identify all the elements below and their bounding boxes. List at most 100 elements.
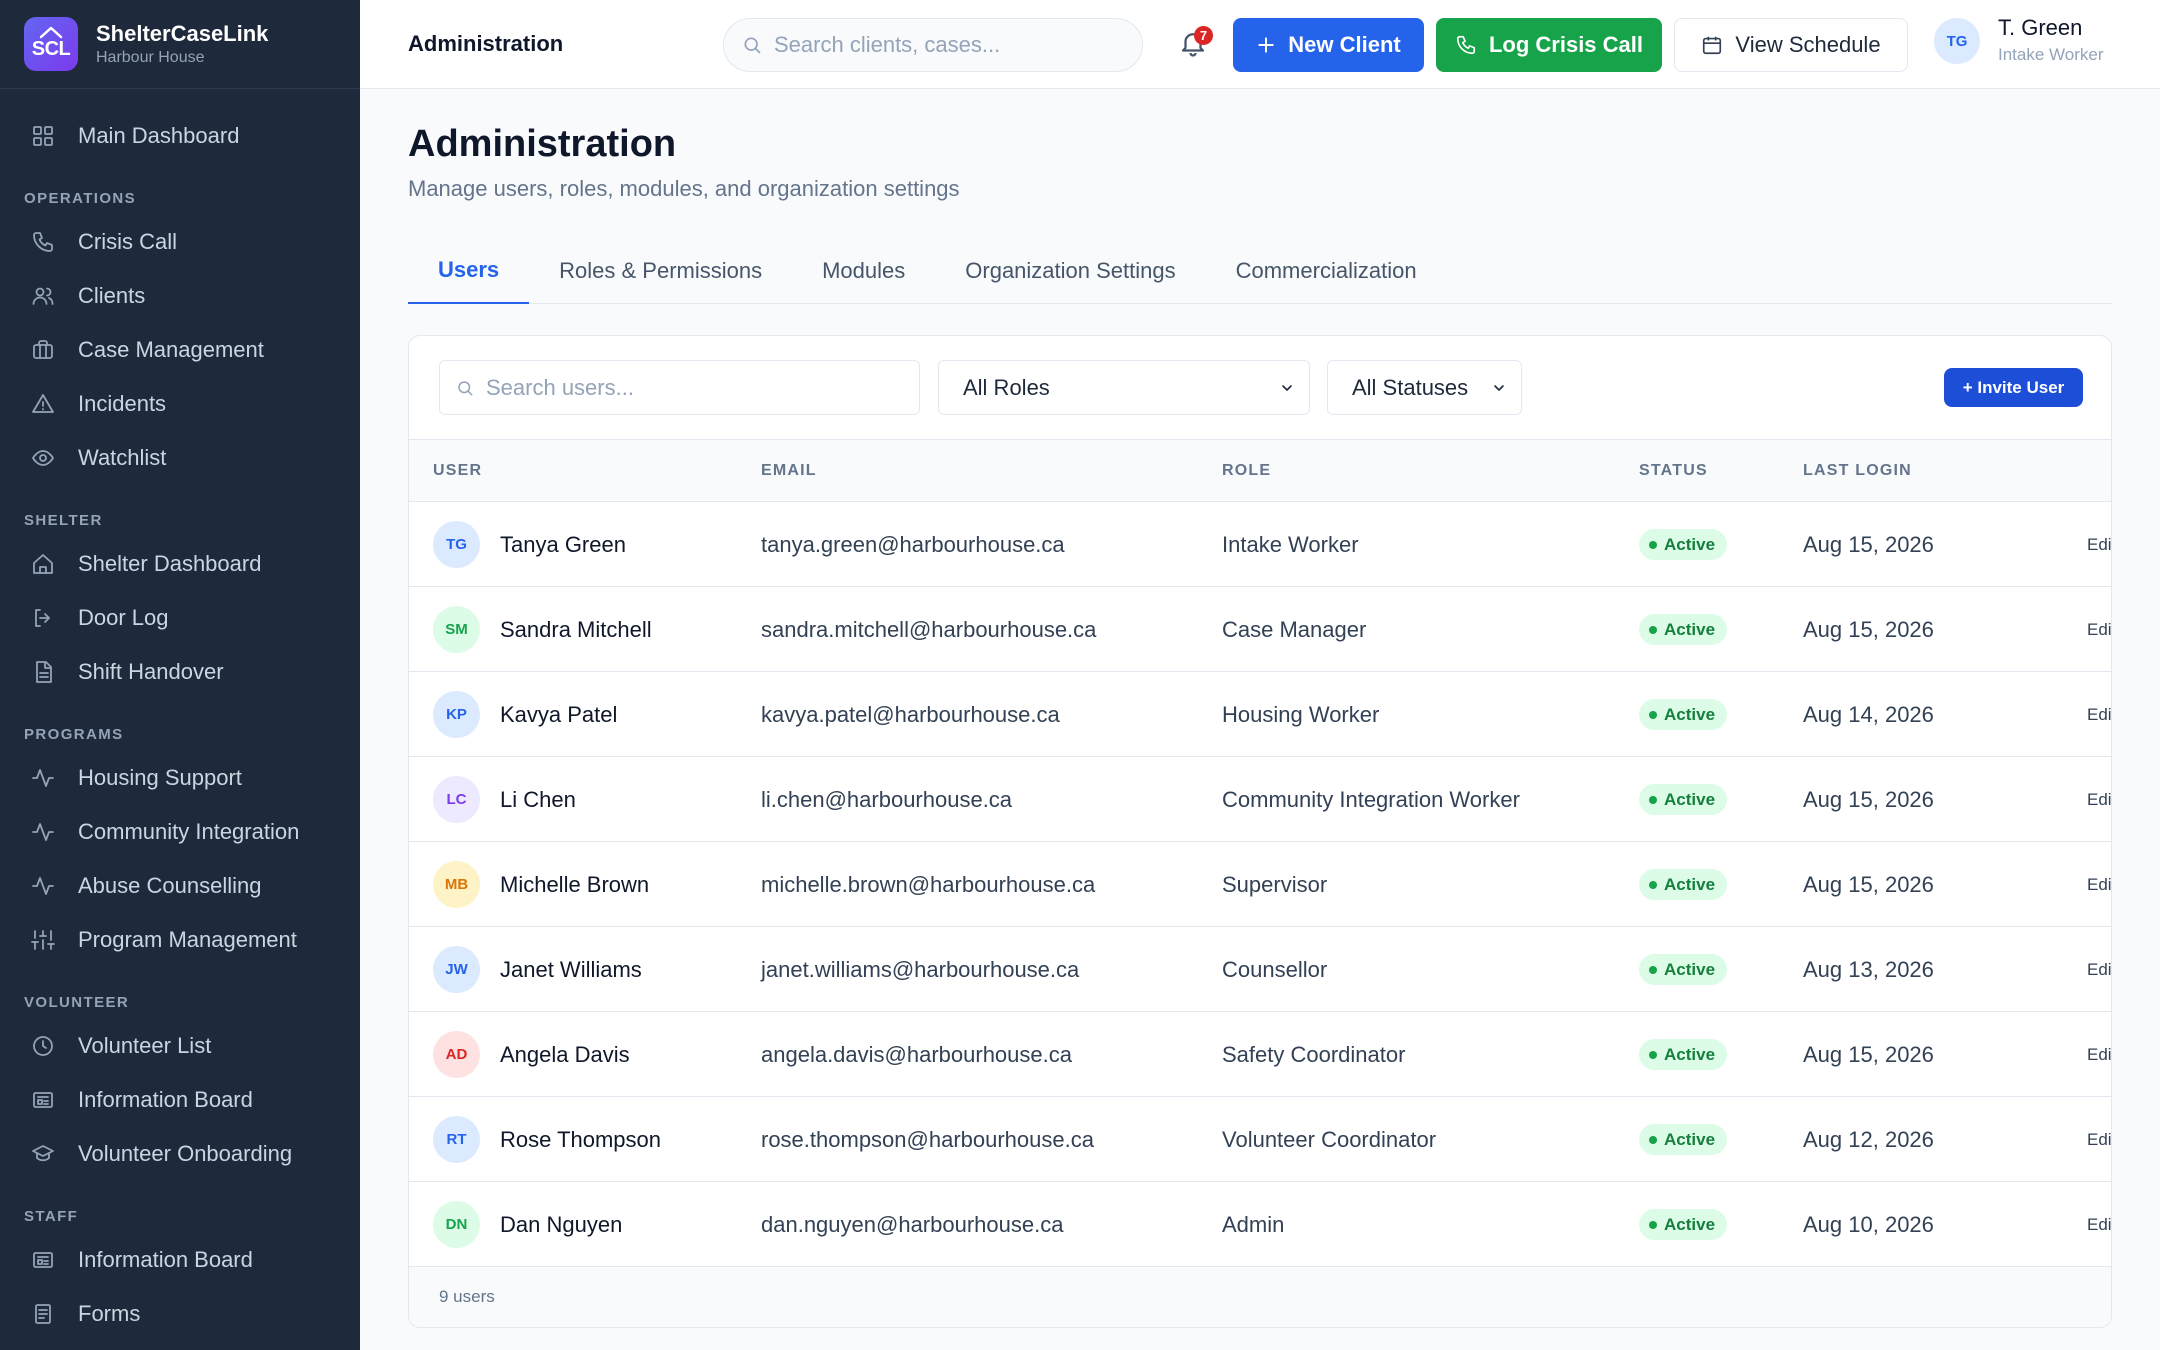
brand[interactable]: SCL ShelterCaseLink Harbour House [0, 0, 360, 89]
door-icon [35, 609, 50, 627]
newspaper-icon [30, 1247, 56, 1273]
user-last-login: Aug 15, 2026 [1803, 531, 1934, 557]
page-subtitle: Manage users, roles, modules, and organi… [408, 176, 960, 201]
newspaper-icon [30, 1087, 56, 1113]
sidebar-item-shift-handover[interactable]: Shift Handover [0, 645, 360, 699]
graduation-icon [30, 1141, 56, 1167]
user-cell: DN Dan Nguyen [433, 1182, 622, 1267]
sidebar-item-volunteer-list[interactable]: Volunteer List [0, 1019, 360, 1073]
user-menu[interactable]: TG T. Green Intake Worker [1934, 14, 2104, 68]
sidebar-item-shelter-dashboard[interactable]: Shelter Dashboard [0, 537, 360, 591]
activity-icon [32, 877, 54, 895]
user-email: janet.williams@harbourhouse.ca [761, 956, 1080, 982]
status-cell: Active [1639, 1012, 1728, 1097]
edit-user-button[interactable]: Edit [2087, 1045, 2111, 1065]
status-badge: Active [1639, 529, 1728, 560]
column-header-last-login[interactable]: LAST LOGIN [1803, 440, 1912, 502]
status-badge-label: Active [1664, 534, 1716, 554]
tab-modules[interactable]: Modules [792, 238, 935, 304]
edit-user-button[interactable]: Edit [2087, 1130, 2111, 1150]
house-icon [39, 26, 63, 39]
edit-user-button[interactable]: Edit [2087, 705, 2111, 725]
status-badge: Active [1639, 1124, 1728, 1155]
table-header: USER EMAIL ROLE STATUS LAST LOGIN [409, 440, 2111, 502]
column-header-status[interactable]: STATUS [1639, 440, 1708, 502]
activity-icon [32, 823, 54, 841]
sliders-icon [31, 930, 55, 950]
edit-user-button[interactable]: Edit [2087, 1215, 2111, 1235]
edit-user-button[interactable]: Edit [2087, 535, 2111, 555]
sidebar-item-case-management[interactable]: Case Management [0, 323, 360, 377]
user-cell: TG Tanya Green [433, 502, 626, 587]
sidebar-item-clients[interactable]: Clients [0, 269, 360, 323]
phone-icon [33, 232, 53, 252]
view-schedule-button[interactable]: View Schedule [1674, 18, 1908, 72]
edit-user-button[interactable]: Edit [2087, 620, 2111, 640]
admin-tabs: Users Roles & Permissions Modules Organizat… [408, 238, 2112, 304]
users-filters: All Roles All Statuses + Invite User [409, 336, 2111, 440]
user-cell: SM Sandra Mitchell [433, 587, 652, 672]
table-row: KP Kavya Patel kavya.patel@harbourhouse.ca… [409, 672, 2111, 757]
notifications-button[interactable]: 7 [1178, 26, 1213, 62]
notification-count-badge: 7 [1194, 26, 1213, 45]
chevron-down-icon [1282, 384, 1292, 391]
status-filter-select[interactable]: All Statuses [1327, 360, 1522, 415]
status-badge: Active [1639, 1209, 1728, 1240]
tab-organization-settings[interactable]: Organization Settings [935, 238, 1205, 304]
user-email: tanya.green@harbourhouse.ca [761, 531, 1065, 557]
avatar: KP [433, 691, 480, 738]
column-header-user[interactable]: USER [433, 440, 482, 502]
current-user-role: Intake Worker [1998, 45, 2104, 64]
table-row: RT Rose Thompson rose.thompson@harbourhous… [409, 1097, 2111, 1182]
status-badge: Active [1639, 1039, 1728, 1070]
sidebar-item-label: Clients [78, 283, 146, 308]
clock-icon [30, 1033, 56, 1059]
tab-users[interactable]: Users [408, 238, 530, 304]
user-name: Tanya Green [500, 531, 626, 557]
sidebar-item-crisis-call[interactable]: Crisis Call [0, 215, 360, 269]
sidebar-item-forms[interactable]: Forms [0, 1287, 360, 1341]
log-crisis-call-button[interactable]: Log Crisis Call [1436, 18, 1662, 72]
status-dot-icon [1649, 540, 1657, 549]
sidebar-item-watchlist[interactable]: Watchlist [0, 431, 360, 485]
alert-triangle-icon [30, 391, 56, 417]
status-dot-icon [1649, 1050, 1657, 1059]
sidebar-item-main-dashboard[interactable]: Main Dashboard [0, 109, 360, 163]
sidebar-item-housing-support[interactable]: Housing Support [0, 751, 360, 805]
edit-cell: Edit [2087, 1097, 2111, 1182]
column-header-role[interactable]: ROLE [1222, 440, 1271, 502]
tab-commercialization[interactable]: Commercialization [1206, 238, 1447, 304]
new-client-button[interactable]: New Client [1233, 18, 1424, 72]
search-icon [744, 37, 761, 54]
sidebar-item-label: Volunteer List [78, 1033, 212, 1058]
role-filter-select[interactable]: All Roles [938, 360, 1310, 415]
sidebar-item-volunteer-onboarding[interactable]: Volunteer Onboarding [0, 1127, 360, 1181]
sidebar-item-door-log[interactable]: Door Log [0, 591, 360, 645]
invite-user-button[interactable]: + Invite User [1944, 368, 2083, 407]
edit-user-button[interactable]: Edit [2087, 875, 2111, 895]
sidebar-item-program-management[interactable]: Program Management [0, 913, 360, 967]
eye-icon [32, 450, 54, 466]
sidebar-item-label: Program Management [78, 927, 297, 952]
status-badge: Active [1639, 784, 1728, 815]
topbar: Administration 7 New Client Log Crisis C… [360, 0, 2160, 89]
table-row: SM Sandra Mitchell sandra.mitchell@harbour… [409, 587, 2111, 672]
global-search-input[interactable] [774, 32, 1114, 58]
sidebar-item-information-board[interactable]: Information Board [0, 1233, 360, 1287]
user-cell: KP Kavya Patel [433, 672, 617, 757]
status-dot-icon [1649, 880, 1657, 889]
edit-user-button[interactable]: Edit [2087, 790, 2111, 810]
column-header-email[interactable]: EMAIL [761, 440, 817, 502]
user-search-input[interactable] [486, 374, 906, 401]
user-search[interactable] [439, 360, 920, 415]
tab-roles-permissions[interactable]: Roles & Permissions [529, 238, 792, 304]
sidebar-item-community-integration[interactable]: Community Integration [0, 805, 360, 859]
status-cell: Active [1639, 587, 1728, 672]
sidebar-item-abuse-counselling[interactable]: Abuse Counselling [0, 859, 360, 913]
brand-logo: SCL [24, 17, 78, 71]
sidebar-item-incidents[interactable]: Incidents [0, 377, 360, 431]
sidebar-item-information-board[interactable]: Information Board [0, 1073, 360, 1127]
global-search[interactable] [723, 18, 1143, 72]
user-cell: RT Rose Thompson [433, 1097, 661, 1182]
edit-user-button[interactable]: Edit [2087, 960, 2111, 980]
